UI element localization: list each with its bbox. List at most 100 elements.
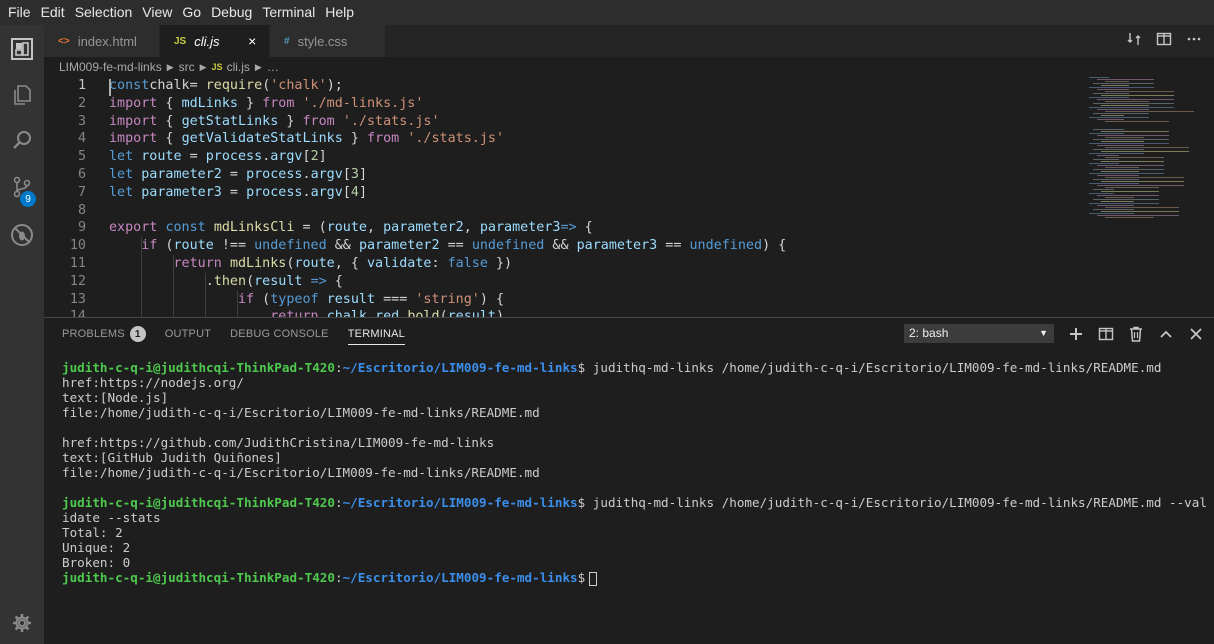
minimap-line xyxy=(1089,107,1174,108)
menu-item-help[interactable]: Help xyxy=(320,0,359,25)
breadcrumb-file[interactable]: cli.js xyxy=(227,60,250,74)
prompt-path: ~/Escritorio/LIM009-fe-md-links xyxy=(342,570,578,585)
editor-actions xyxy=(1126,25,1214,57)
minimap-line xyxy=(1105,91,1174,92)
code-editor[interactable]: 1 constchalk= require('chalk'); 2 import { … xyxy=(44,77,1214,317)
menu-item-terminal[interactable]: Terminal xyxy=(257,0,320,25)
tab-cli-js[interactable]: JS cli.js × xyxy=(160,25,270,57)
file-type-icon: # xyxy=(284,35,290,47)
minimap-line xyxy=(1105,147,1189,148)
code-text: if (route !== undefined && parameter2 ==… xyxy=(141,238,787,254)
compare-changes-icon[interactable] xyxy=(1126,31,1142,52)
minimap-line xyxy=(1097,215,1179,216)
line-number: 1 xyxy=(77,78,86,93)
panel-actions xyxy=(1068,324,1204,344)
code-text: let route = process.argv[2] xyxy=(109,149,327,165)
panel-tabs: PROBLEMS 1 OUTPUT DEBUG CONSOLE TERMINAL xyxy=(44,318,424,350)
tab-problems[interactable]: PROBLEMS 1 xyxy=(62,318,146,350)
new-terminal-icon[interactable] xyxy=(1068,326,1084,342)
tab-index-html[interactable]: <> index.html xyxy=(44,25,160,57)
source-control-icon[interactable]: 9 xyxy=(0,165,44,209)
split-editor-icon[interactable] xyxy=(1156,31,1172,52)
close-panel-icon[interactable] xyxy=(1188,326,1204,342)
code-text: constchalk= require('chalk'); xyxy=(109,78,343,93)
minimap-line xyxy=(1101,141,1144,142)
minimap-line xyxy=(1097,109,1149,110)
menu-item-view[interactable]: View xyxy=(137,0,177,25)
prompt-path: ~/Escritorio/LIM009-fe-md-links xyxy=(342,360,578,375)
code-text: import { getValidateStatLinks } from './… xyxy=(109,131,505,147)
extensions-logo-icon[interactable] xyxy=(0,27,44,71)
maximize-panel-icon[interactable] xyxy=(1158,326,1174,342)
tab-label: index.html xyxy=(77,33,137,49)
line-number: 5 xyxy=(77,149,86,165)
tab-debug-console[interactable]: DEBUG CONSOLE xyxy=(230,318,329,350)
minimap-line xyxy=(1093,179,1139,180)
terminal-command: judithq-md-links /home/judith-c-q-i/Escr… xyxy=(585,360,1162,375)
code-line: 7 let parameter3 = process.argv[4] xyxy=(44,184,1084,202)
menu-item-file[interactable]: File xyxy=(3,0,36,25)
minimap-line xyxy=(1093,199,1159,200)
tab-label: cli.js xyxy=(194,33,220,49)
menu-item-go[interactable]: Go xyxy=(177,0,206,25)
js-file-icon: JS xyxy=(211,62,223,72)
minimap-line xyxy=(1097,195,1159,196)
breadcrumb-src[interactable]: src xyxy=(179,60,195,74)
tab-output[interactable]: OUTPUT xyxy=(165,318,211,350)
line-number: 11 xyxy=(69,256,86,271)
more-actions-icon[interactable] xyxy=(1186,31,1202,52)
indent-guide xyxy=(141,237,142,317)
code-line: 9 export const mdLinksCli = (route, param… xyxy=(44,219,1084,237)
minimap-line xyxy=(1105,121,1169,122)
minimap-line xyxy=(1089,173,1164,174)
activity-bar: 9 xyxy=(0,25,44,644)
shell-select-value: 2: bash xyxy=(909,326,949,340)
line-number: 14 xyxy=(69,309,86,317)
breadcrumb-symbol[interactable]: … xyxy=(267,60,279,74)
minimap-line xyxy=(1089,97,1129,98)
editor-tabs: <> index.html JS cli.js × # style.css xyxy=(44,25,1214,57)
code-line: 2 import { mdLinks } from './md-links.js' xyxy=(44,95,1084,113)
indent-guide xyxy=(237,290,238,317)
code-line: 13 if (typeof result === 'string') { xyxy=(44,291,1084,309)
minimap-line xyxy=(1089,213,1134,214)
files-icon[interactable] xyxy=(0,73,44,117)
caret-down-icon: ▼ xyxy=(1039,328,1048,338)
terminal-shell-select[interactable]: 2: bash ▼ xyxy=(904,324,1054,343)
terminal-output-line: href:https://nodejs.org/ xyxy=(62,375,244,390)
minimap[interactable] xyxy=(1089,77,1209,317)
menu-item-debug[interactable]: Debug xyxy=(206,0,257,25)
minimap-line xyxy=(1101,211,1179,212)
tab-style-css[interactable]: # style.css xyxy=(270,25,386,57)
minimap-line xyxy=(1101,115,1124,116)
code-text: .then(result => { xyxy=(109,273,343,289)
code-line: 8 xyxy=(44,202,1084,220)
code-line: 1 constchalk= require('chalk'); xyxy=(44,77,1084,95)
minimap-line xyxy=(1101,85,1129,86)
breadcrumb-folder[interactable]: LIM009-fe-md-links xyxy=(59,60,162,74)
trash-icon[interactable] xyxy=(1128,326,1144,342)
code-text: let parameter2 = process.argv[3] xyxy=(109,167,367,182)
menu-item-edit[interactable]: Edit xyxy=(36,0,70,25)
code-text: let parameter3 = process.argv[4] xyxy=(109,184,367,200)
terminal-output-line: Broken: 0 xyxy=(62,555,131,570)
close-icon[interactable]: × xyxy=(246,33,259,49)
search-icon[interactable] xyxy=(0,118,44,162)
tab-terminal[interactable]: TERMINAL xyxy=(347,323,405,345)
line-number: 6 xyxy=(77,167,86,182)
split-terminal-icon[interactable] xyxy=(1098,326,1114,342)
prompt-path: ~/Escritorio/LIM009-fe-md-links xyxy=(342,495,578,510)
code-line: 5 let route = process.argv[2] xyxy=(44,148,1084,166)
terminal-output[interactable]: judith-c-q-i@judithcqi-ThinkPad-T420:~/E… xyxy=(62,360,1207,586)
minimap-line xyxy=(1101,181,1184,182)
menu-item-selection[interactable]: Selection xyxy=(70,0,138,25)
settings-gear-icon[interactable] xyxy=(0,601,44,644)
debug-icon[interactable] xyxy=(0,213,44,257)
minimap-line xyxy=(1093,83,1154,84)
tab-label: style.css xyxy=(297,33,348,49)
minimap-line xyxy=(1089,77,1109,78)
prompt-user: judith-c-q-i@judithcqi-ThinkPad-T420 xyxy=(62,570,335,585)
minimap-line xyxy=(1089,183,1139,184)
code-line: 4 import { getValidateStatLinks } from '.… xyxy=(44,130,1084,148)
